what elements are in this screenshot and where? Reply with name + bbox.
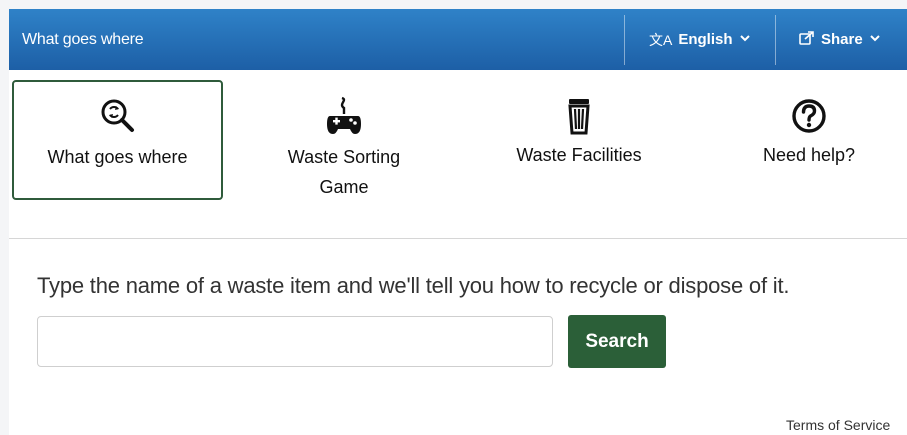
nav-label: Waste Facilities: [516, 145, 642, 165]
window-top-edge: [0, 0, 907, 9]
nav-need-help[interactable]: Need help?: [709, 80, 907, 200]
nav-waste-facilities[interactable]: Waste Facilities: [479, 80, 679, 200]
chevron-down-icon: [739, 31, 751, 48]
nav-label: What goes where: [47, 147, 188, 167]
search-button[interactable]: Search: [568, 315, 666, 368]
recycle-search-icon: [98, 96, 138, 136]
translate-icon: 文A: [649, 31, 673, 48]
share-icon: [799, 30, 815, 49]
game-controller-icon: [324, 96, 364, 140]
nav-label-line2: Game: [319, 177, 369, 197]
language-label: English: [678, 31, 733, 48]
nav-what-goes-where[interactable]: What goes where: [12, 80, 223, 200]
trash-can-icon: [559, 96, 599, 136]
terms-of-service-link[interactable]: Terms of Service: [786, 417, 890, 433]
help-circle-icon: [789, 96, 829, 136]
divider: [775, 15, 776, 65]
main-nav: What goes where Waste Sorting Game Waste…: [9, 70, 907, 239]
nav-label: Need help?: [762, 145, 856, 165]
chevron-down-icon: [869, 31, 881, 48]
top-bar: What goes where 文A English Share: [9, 9, 907, 70]
nav-label: Waste Sorting: [287, 147, 401, 167]
language-dropdown[interactable]: 文A English: [649, 9, 751, 70]
share-dropdown[interactable]: Share: [799, 9, 881, 70]
search-input[interactable]: [37, 316, 553, 367]
divider: [624, 15, 625, 65]
search-intro-text: Type the name of a waste item and we'll …: [37, 273, 790, 298]
share-label: Share: [821, 31, 863, 48]
app-title: What goes where: [22, 31, 144, 48]
nav-waste-sorting-game[interactable]: Waste Sorting Game: [244, 80, 444, 200]
window-left-edge: [0, 9, 9, 435]
